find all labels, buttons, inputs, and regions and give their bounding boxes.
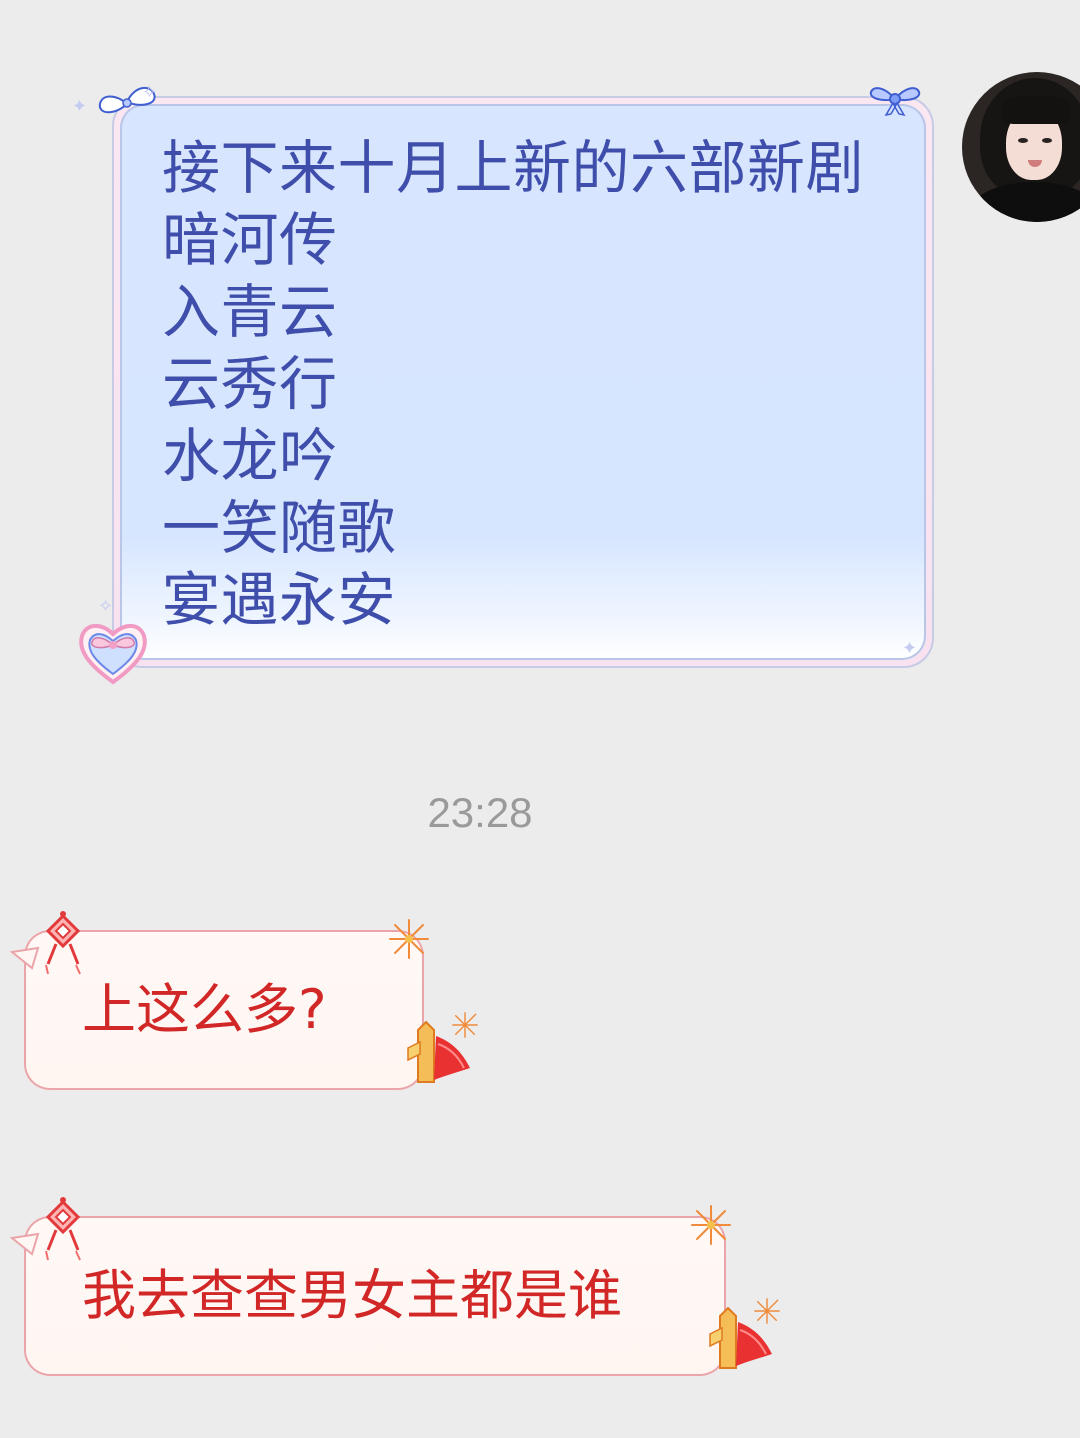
sparkle-icon: ✦	[72, 96, 88, 117]
incoming-message-text: 上这么多?	[82, 978, 327, 1041]
sparkle-icon: ✧	[142, 82, 158, 103]
firework-icon	[389, 919, 429, 959]
incoming-message-bubble[interactable]: 我去查查男女主都是谁	[24, 1216, 726, 1376]
message-line: 入青云	[162, 278, 338, 346]
outgoing-message-body: 接下来十月上新的六部新剧 暗河传 入青云 云秀行 水龙吟 一笑随歌 宴遇永安	[120, 104, 926, 660]
sparkle-icon: ✧	[98, 596, 114, 617]
outgoing-message-bubble[interactable]: 接下来十月上新的六部新剧 暗河传 入青云 云秀行 水龙吟 一笑随歌 宴遇永安	[112, 96, 934, 668]
message-line: 暗河传	[162, 206, 338, 274]
message-line: 接下来十月上新的六部新剧	[162, 134, 865, 202]
bow-icon	[869, 87, 921, 117]
firework-icon	[452, 1012, 478, 1038]
heart-bow-icon	[79, 624, 147, 685]
message-line: 云秀行	[162, 350, 338, 418]
outgoing-message-text: 接下来十月上新的六部新剧 暗河传 入青云 云秀行 水龙吟 一笑随歌 宴遇永安	[162, 132, 864, 636]
sparkle-icon: ✦	[902, 638, 918, 659]
message-line: 一笑随歌	[162, 494, 397, 562]
firework-icon	[691, 1205, 731, 1245]
chinese-knot-icon	[45, 1197, 81, 1261]
firework-icon	[754, 1298, 780, 1324]
user-avatar[interactable]	[962, 72, 1080, 222]
message-line: 水龙吟	[162, 422, 338, 490]
message-line: 宴遇永安	[162, 566, 397, 634]
chinese-knot-icon	[45, 911, 81, 975]
incoming-message-text: 我去查查男女主都是谁	[82, 1264, 622, 1327]
message-timestamp: 23:28	[427, 789, 533, 836]
